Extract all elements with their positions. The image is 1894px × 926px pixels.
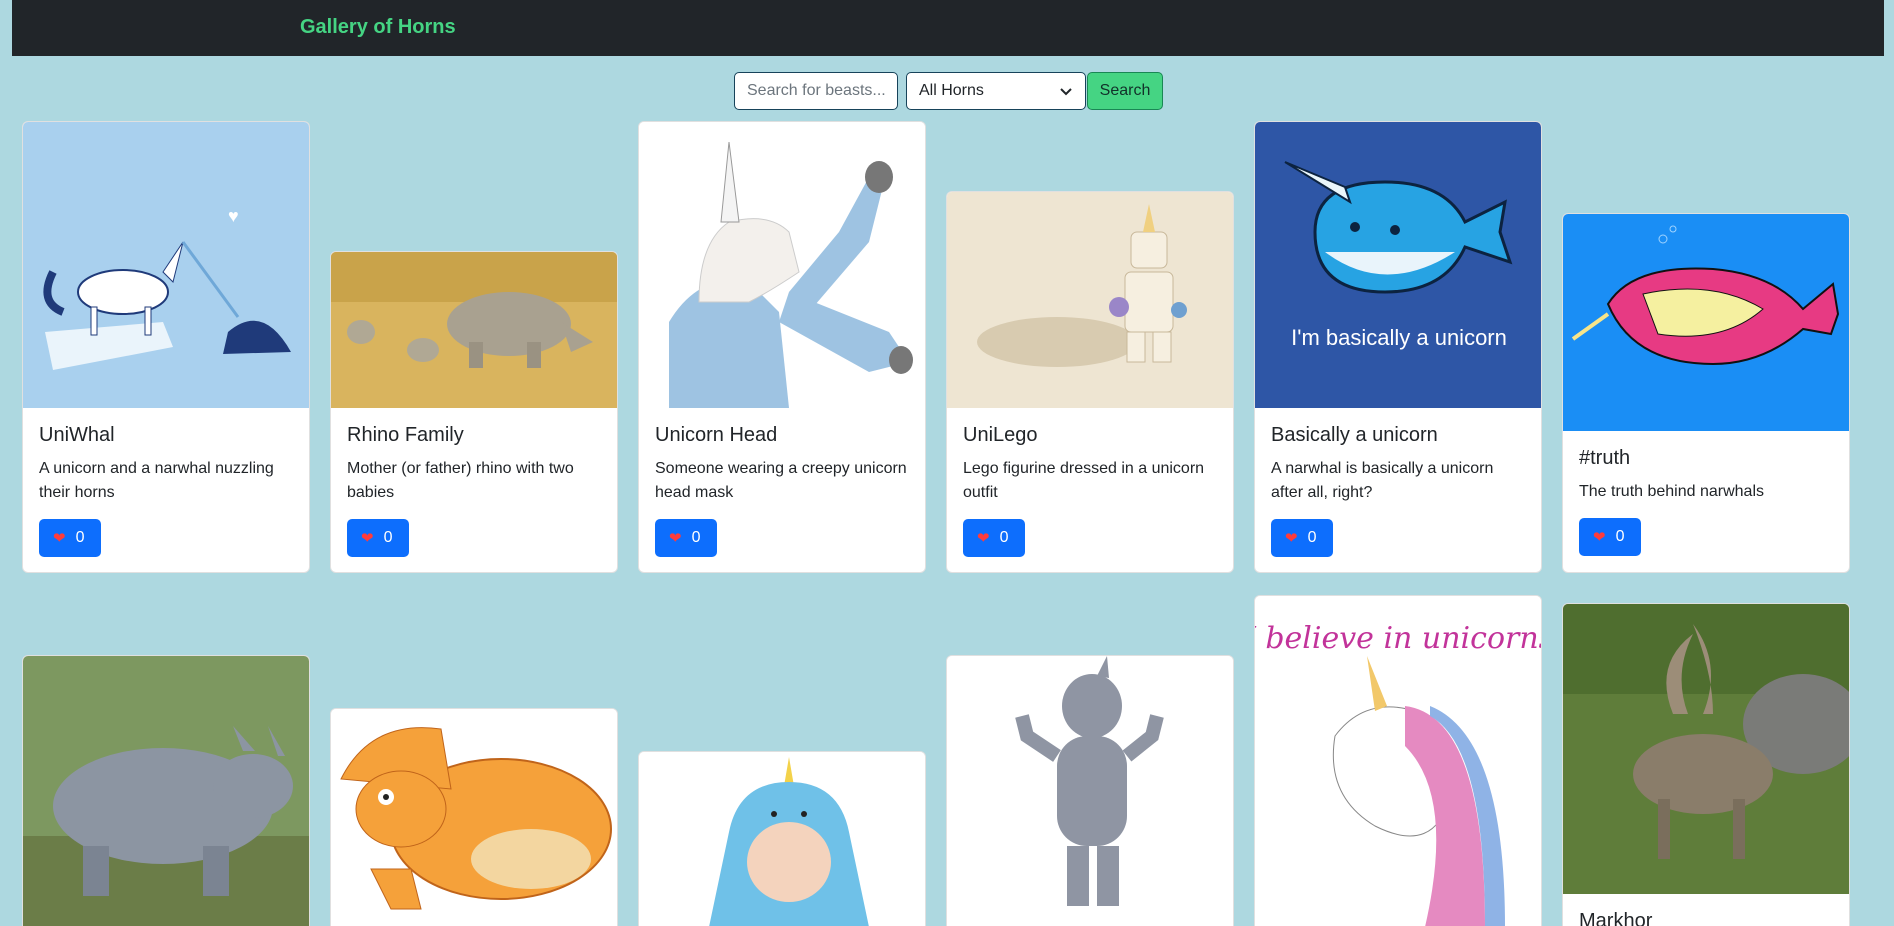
heart-icon: ❤ xyxy=(977,530,990,547)
like-button[interactable]: ❤ 0 xyxy=(347,519,409,557)
beast-image-rhino-family[interactable] xyxy=(331,252,617,408)
horn-filter-select[interactable]: All Horns xyxy=(906,72,1086,110)
image-caption: I'm basically a unicorn xyxy=(1291,325,1507,350)
heart-icon: ❤ xyxy=(1285,530,1298,547)
heart-icon: ❤ xyxy=(53,530,66,547)
card-description: Mother (or father) rhino with two babies xyxy=(347,460,574,501)
card-title: UniLego xyxy=(963,424,1038,446)
beast-card xyxy=(22,655,310,926)
beast-image-uniwhal[interactable]: ♥ xyxy=(23,122,309,408)
beast-card: ♥ UniWhal A unicorn and a narwhal nuzzli… xyxy=(22,121,310,573)
card-title: Basically a unicorn xyxy=(1271,424,1438,446)
card-description: A narwhal is basically a unicorn after a… xyxy=(1271,460,1494,501)
card-description: Someone wearing a creepy unicorn head ma… xyxy=(655,460,907,501)
card-title: Markhor xyxy=(1579,910,1653,926)
beast-image-rhino-mascot[interactable] xyxy=(947,656,1233,926)
search-input[interactable] xyxy=(734,72,898,110)
beast-image-narwhal-costume[interactable] xyxy=(639,752,925,926)
beast-image-basically-a-unicorn[interactable]: I'm basically a unicorn xyxy=(1255,122,1541,408)
like-count: 0 xyxy=(383,529,393,546)
like-count: 0 xyxy=(75,529,85,546)
beast-card: I'm basically a unicorn Basically a unic… xyxy=(1254,121,1542,573)
beast-card: I believe in unicorns xyxy=(1254,595,1542,926)
beast-image-cartoon-triceratops[interactable] xyxy=(331,709,617,926)
card-title: #truth xyxy=(1579,447,1631,469)
svg-text:♥: ♥ xyxy=(228,206,239,226)
card-title: Rhino Family xyxy=(347,424,464,446)
horn-filter-value: All Horns xyxy=(919,82,984,99)
card-description: The truth behind narwhals xyxy=(1579,483,1764,500)
beast-image-unilego[interactable] xyxy=(947,192,1233,408)
search-button[interactable]: Search xyxy=(1087,72,1163,110)
beast-card: Rhino Family Mother (or father) rhino wi… xyxy=(330,251,618,573)
like-button[interactable]: ❤ 0 xyxy=(1579,518,1641,556)
like-count: 0 xyxy=(1307,529,1317,546)
like-button[interactable]: ❤ 0 xyxy=(963,519,1025,557)
like-count: 0 xyxy=(1615,528,1625,545)
beast-image-unicorn-head[interactable] xyxy=(639,122,925,408)
card-title: UniWhal xyxy=(39,424,115,446)
card-description: A unicorn and a narwhal nuzzling their h… xyxy=(39,460,274,501)
beast-card: #truth The truth behind narwhals ❤ 0 xyxy=(1562,213,1850,573)
beast-card: Markhor xyxy=(1562,603,1850,926)
like-button[interactable]: ❤ 0 xyxy=(1271,519,1333,557)
beast-card xyxy=(330,708,618,926)
beast-image-markhor[interactable] xyxy=(1563,604,1849,894)
beast-card xyxy=(638,751,926,926)
like-count: 0 xyxy=(691,529,701,546)
brand-title[interactable]: Gallery of Horns xyxy=(300,16,456,39)
like-button[interactable]: ❤ 0 xyxy=(39,519,101,557)
card-description: Lego figurine dressed in a unicorn outfi… xyxy=(963,460,1205,501)
heart-icon: ❤ xyxy=(669,530,682,547)
navbar: Gallery of Horns xyxy=(12,0,1884,56)
like-button[interactable]: ❤ 0 xyxy=(655,519,717,557)
heart-icon: ❤ xyxy=(361,530,374,547)
like-count: 0 xyxy=(999,529,1009,546)
chevron-down-icon xyxy=(1060,88,1072,96)
heart-icon: ❤ xyxy=(1593,529,1606,546)
beast-image-baby-rhino[interactable] xyxy=(23,656,309,926)
beast-image-truth[interactable] xyxy=(1563,214,1849,431)
beast-card: UniLego Lego figurine dressed in a unico… xyxy=(946,191,1234,573)
card-title: Unicorn Head xyxy=(655,424,778,446)
beast-card: Unicorn Head Someone wearing a creepy un… xyxy=(638,121,926,573)
beast-image-believe-unicorns[interactable]: I believe in unicorns xyxy=(1255,596,1541,926)
beast-card xyxy=(946,655,1234,926)
image-caption: I believe in unicorns xyxy=(1255,621,1541,656)
